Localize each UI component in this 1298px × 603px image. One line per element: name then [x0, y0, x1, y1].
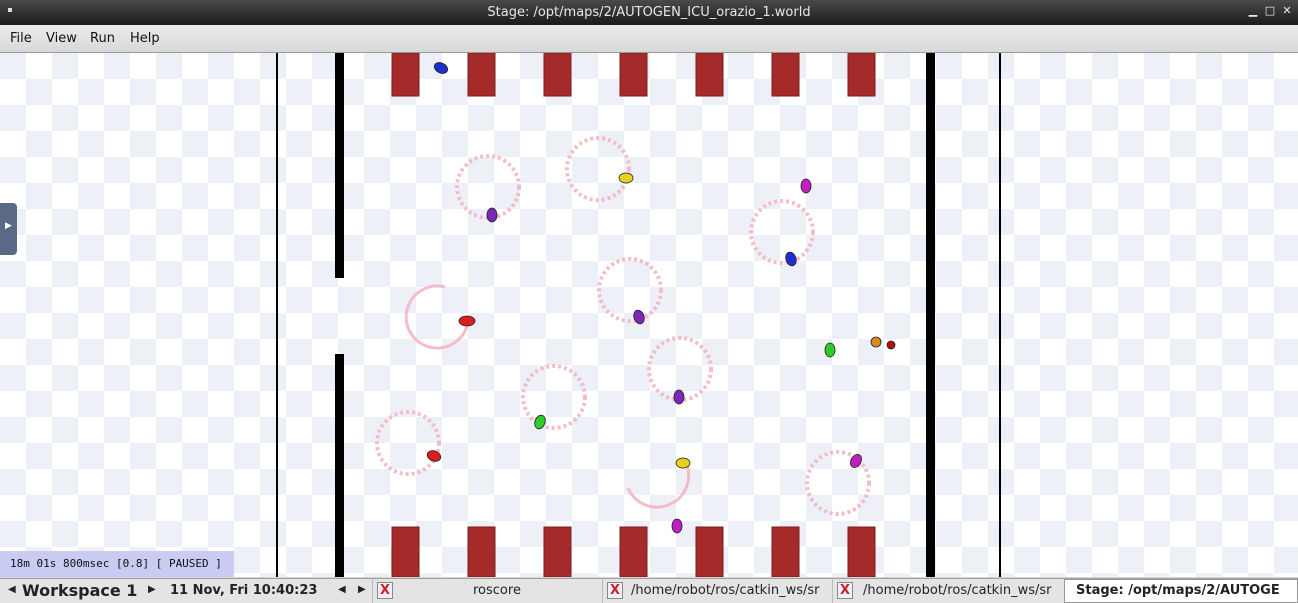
wall-left-lower: [335, 354, 344, 577]
robot-purple: [486, 207, 498, 223]
bed: [543, 53, 572, 97]
arrow-right-icon[interactable]: ▶: [358, 584, 366, 595]
menu-help[interactable]: Help: [130, 31, 160, 46]
floor-grid: [0, 53, 1298, 577]
bed: [695, 526, 724, 577]
clock: 11 Nov, Fri 10:40:23: [170, 583, 318, 598]
bed: [771, 53, 800, 97]
bed: [847, 526, 876, 577]
terminal-x-icon: X: [607, 582, 623, 599]
bed: [695, 53, 724, 97]
window-title: Stage: /opt/maps/2/AUTOGEN_ICU_orazio_1.…: [487, 5, 811, 20]
arrow-left-icon[interactable]: ◀: [338, 584, 346, 595]
robot-red: [458, 315, 476, 327]
workspace-prev-icon[interactable]: ◀: [8, 584, 16, 595]
robot-darkred: [886, 340, 896, 350]
workspace-next-icon[interactable]: ▶: [148, 584, 156, 595]
task-label: /home/robot/ros/catkin_ws/sr: [631, 583, 820, 598]
robot-yellow: [675, 457, 691, 469]
robot-magenta: [671, 518, 683, 534]
map-boundary-right: [999, 53, 1001, 577]
wall-left-upper: [335, 53, 344, 278]
window-titlebar: Stage: /opt/maps/2/AUTOGEN_ICU_orazio_1.…: [0, 0, 1298, 25]
task-terminal-1[interactable]: X /home/robot/ros/catkin_ws/sr: [602, 579, 833, 603]
maximize-icon[interactable]: □: [1263, 4, 1277, 18]
bed: [391, 526, 420, 577]
bed: [391, 53, 420, 97]
play-icon: ▶: [5, 221, 12, 231]
bed: [847, 53, 876, 97]
stage-canvas[interactable]: [0, 53, 1298, 577]
close-icon[interactable]: ✕: [1280, 4, 1294, 18]
task-label: /home/robot/ros/catkin_ws/sr: [863, 583, 1052, 598]
bed: [543, 526, 572, 577]
task-label: roscore: [473, 583, 521, 598]
map-boundary-left: [276, 53, 278, 577]
robot-purple: [673, 389, 685, 405]
workspace-label[interactable]: Workspace 1: [22, 581, 137, 600]
robot-green: [824, 342, 836, 358]
bed: [619, 53, 648, 97]
task-stage-active[interactable]: Stage: /opt/maps/2/AUTOGE: [1064, 579, 1298, 603]
taskbar: ◀ Workspace 1 ▶ 11 Nov, Fri 10:40:23 ◀ ▶…: [0, 578, 1298, 603]
menu-run[interactable]: Run: [90, 31, 115, 46]
task-roscore[interactable]: X roscore: [372, 579, 603, 603]
bed: [467, 53, 496, 97]
robot-yellow: [618, 172, 634, 184]
task-terminal-2[interactable]: X /home/robot/ros/catkin_ws/sr: [832, 579, 1065, 603]
robot-magenta: [800, 178, 812, 194]
bed: [467, 526, 496, 577]
terminal-x-icon: X: [837, 582, 853, 599]
side-panel-handle[interactable]: ▶: [0, 203, 17, 255]
robot-orange: [870, 336, 882, 348]
wall-right: [926, 53, 935, 577]
task-label: Stage: /opt/maps/2/AUTOGE: [1076, 583, 1280, 598]
bed: [771, 526, 800, 577]
sim-status: 18m 01s 800msec [0.8] [ PAUSED ]: [0, 551, 234, 577]
terminal-x-icon: X: [377, 582, 393, 599]
bed: [619, 526, 648, 577]
menu-bar: File View Run Help: [0, 25, 1298, 53]
menu-view[interactable]: View: [46, 31, 77, 46]
minimize-icon[interactable]: ▁: [1246, 4, 1260, 18]
menu-file[interactable]: File: [10, 31, 32, 46]
